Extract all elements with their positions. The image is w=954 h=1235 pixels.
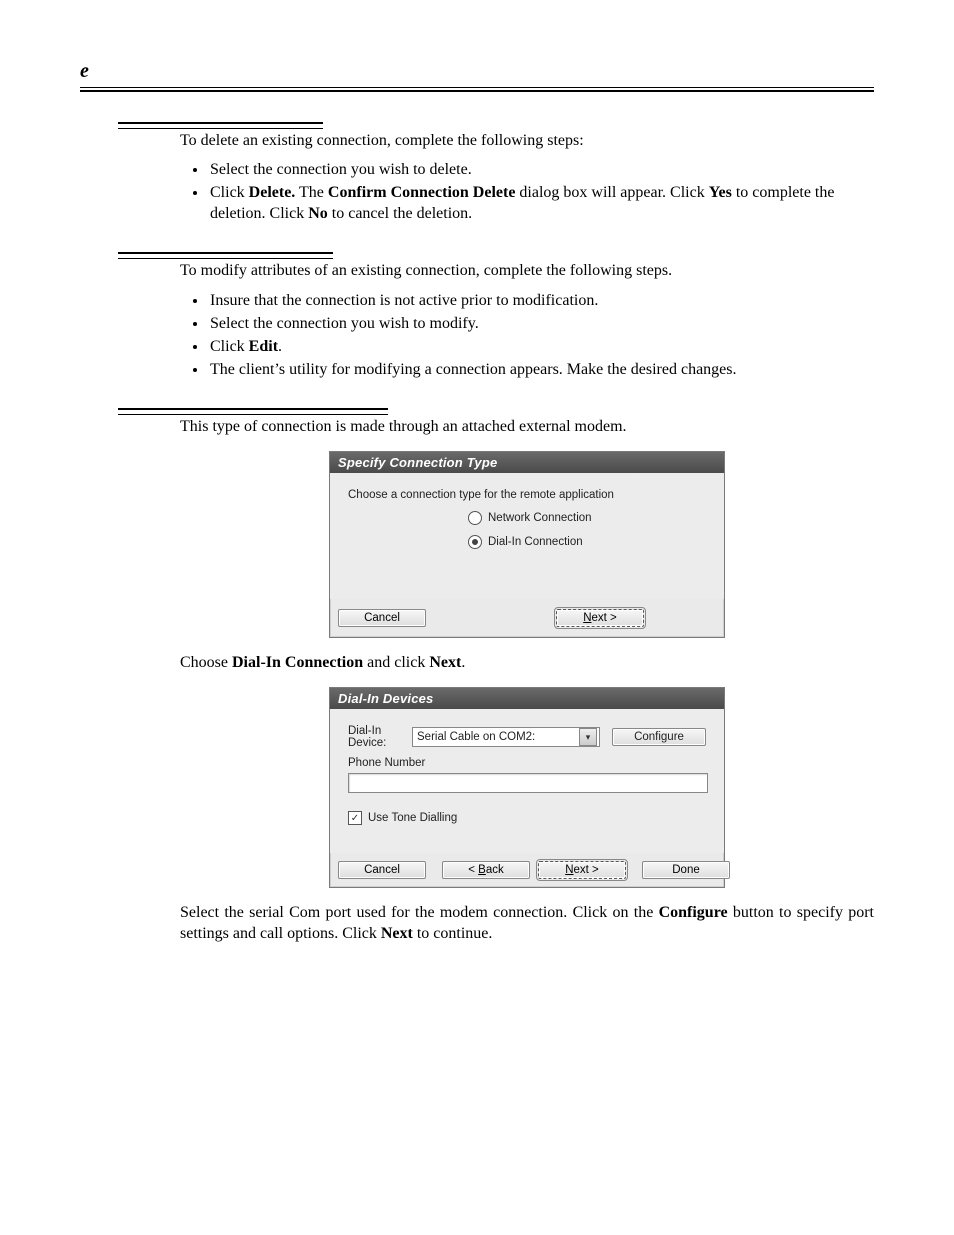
radio-network-connection[interactable]: Network Connection	[468, 511, 706, 525]
text: <	[468, 864, 478, 876]
list-item: Click Delete. The Confirm Connection Del…	[208, 182, 874, 224]
section2-bullets: Insure that the connection is not active…	[180, 290, 874, 380]
dial-in-device-select[interactable]: Serial Cable on COM2: ▾	[412, 727, 600, 747]
text: ext >	[592, 612, 617, 624]
select-value: Serial Cable on COM2:	[417, 731, 535, 743]
configure-button[interactable]: Configure	[612, 728, 706, 746]
strong: No	[308, 205, 328, 222]
text: and click	[363, 654, 429, 671]
list-item: Click Edit.	[208, 336, 874, 357]
done-button[interactable]: Done	[642, 861, 730, 879]
list-item: Select the connection you wish to delete…	[208, 159, 874, 180]
tone-dialling-checkbox[interactable]: ✓	[348, 811, 362, 825]
dialog-instruction: Choose a connection type for the remote …	[348, 489, 706, 501]
strong: Yes	[709, 184, 732, 201]
dialog-title: Specify Connection Type	[330, 452, 724, 473]
list-item: Insure that the connection is not active…	[208, 290, 874, 311]
list-item: The client’s utility for modifying a con…	[208, 359, 874, 380]
next-button[interactable]: Next >	[538, 861, 626, 879]
text: ack	[486, 864, 504, 876]
text: .	[461, 654, 465, 671]
text: to continue.	[413, 925, 493, 942]
strong: Next	[429, 654, 461, 671]
page-top-rule	[80, 87, 874, 92]
dialog-dial-in-devices: Dial-In Devices Dial-In Device: Serial C…	[329, 687, 725, 888]
section3-intro: This type of connection is made through …	[180, 416, 874, 437]
strong: Delete.	[249, 184, 296, 201]
strong: Dial-In Connection	[232, 654, 363, 671]
text: Select the serial Com port used for the …	[180, 904, 659, 921]
strong: Confirm Connection Delete	[328, 184, 516, 201]
strong: Next	[381, 925, 413, 942]
strong: Configure	[659, 904, 728, 921]
text: dialog box will appear. Click	[515, 184, 708, 201]
strong: Edit	[249, 338, 278, 355]
document-page: e To delete an existing connection, comp…	[0, 0, 954, 992]
cancel-button[interactable]: Cancel	[338, 861, 426, 879]
radio-icon	[468, 535, 482, 549]
caption-1: Choose Dial-In Connection and click Next…	[180, 652, 874, 673]
phone-number-label: Phone Number	[348, 757, 706, 769]
radio-label: Dial-In Connection	[488, 536, 583, 548]
text: Choose	[180, 654, 232, 671]
phone-number-input[interactable]	[348, 773, 708, 793]
next-button[interactable]: Next >	[556, 609, 644, 627]
tone-dialling-label: Use Tone Dialling	[368, 812, 457, 824]
radio-dialin-connection[interactable]: Dial-In Connection	[468, 535, 706, 549]
text: Click	[210, 184, 249, 201]
chevron-down-icon: ▾	[579, 728, 597, 746]
text: Click	[210, 338, 249, 355]
section1-bullets: Select the connection you wish to delete…	[180, 159, 874, 224]
mnemonic: N	[583, 612, 591, 624]
mnemonic: B	[478, 864, 486, 876]
mnemonic: N	[565, 864, 573, 876]
section1-intro: To delete an existing connection, comple…	[180, 130, 874, 151]
page-header-letter: e	[80, 60, 874, 83]
list-item: Select the connection you wish to modify…	[208, 313, 874, 334]
caption-2: Select the serial Com port used for the …	[180, 902, 874, 944]
text: to cancel the deletion.	[328, 205, 472, 222]
dialog-specify-connection-type: Specify Connection Type Choose a connect…	[329, 451, 725, 638]
device-label: Dial-In Device:	[348, 725, 406, 749]
cancel-button[interactable]: Cancel	[338, 609, 426, 627]
radio-icon	[468, 511, 482, 525]
dialog-title: Dial-In Devices	[330, 688, 724, 709]
text: .	[278, 338, 282, 355]
text: The	[295, 184, 328, 201]
section2-intro: To modify attributes of an existing conn…	[180, 260, 874, 281]
text: ext >	[574, 864, 599, 876]
back-button[interactable]: < Back	[442, 861, 530, 879]
radio-label: Network Connection	[488, 512, 592, 524]
